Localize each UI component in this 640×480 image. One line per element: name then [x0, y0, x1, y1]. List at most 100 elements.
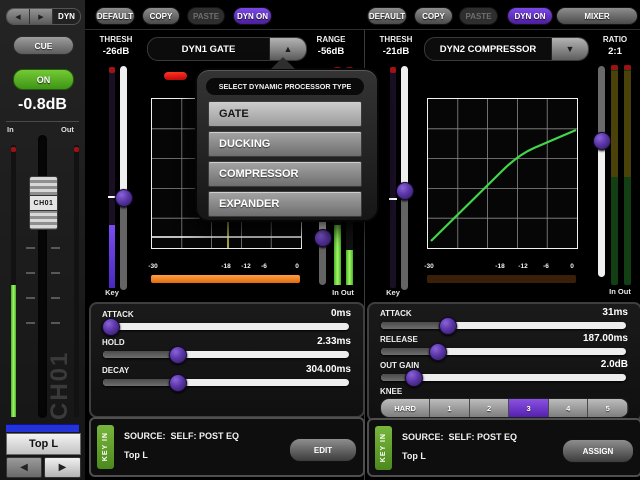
- compressor-curve: [431, 130, 576, 241]
- prev-channel-button[interactable]: ◀: [6, 457, 42, 478]
- cue-button[interactable]: CUE: [13, 36, 74, 55]
- on-button[interactable]: ON: [13, 69, 74, 90]
- popup-option-compressor[interactable]: COMPRESSOR: [208, 161, 362, 187]
- dyn1-range-value: -56dB: [306, 46, 356, 57]
- input-meter-fill: [11, 285, 16, 417]
- knee-3-button[interactable]: 3: [509, 399, 549, 417]
- dyn2-keyin-panel: KEY IN SOURCE: SELF: POST EQ Top L ASSIG…: [367, 418, 640, 477]
- dyn2-tick: -12: [512, 263, 534, 270]
- fader-channel-label: CH01: [30, 195, 57, 211]
- fader-tick: [26, 272, 35, 274]
- attack-knob[interactable]: [102, 318, 120, 336]
- popup-option-ducking[interactable]: DUCKING: [208, 131, 362, 157]
- divider: [85, 29, 640, 30]
- next-channel-button[interactable]: ▶: [44, 457, 81, 478]
- attack-knob[interactable]: [439, 317, 457, 335]
- knee-label: KNEE: [380, 387, 402, 396]
- fader-tick: [26, 322, 35, 324]
- release-knob[interactable]: [429, 343, 447, 361]
- dyn2-tick: 0: [561, 263, 583, 270]
- decay-slider[interactable]: [103, 379, 349, 386]
- dyn1-default-button[interactable]: DEFAULT: [95, 7, 135, 25]
- dyn1-keyin-panel: KEY IN SOURCE: SELF: POST EQ Top L EDIT: [89, 417, 365, 477]
- dyn2-tick: -30: [418, 263, 440, 270]
- attack-value: 31ms: [602, 307, 628, 318]
- dyn2-tick: -18: [489, 263, 511, 270]
- mixer-button[interactable]: MIXER: [556, 7, 638, 25]
- outgain-knob[interactable]: [405, 369, 423, 387]
- dyn1-paste-button[interactable]: PASTE: [187, 7, 225, 25]
- dyn1-tick: -18: [215, 263, 237, 270]
- keyin-edit-button[interactable]: EDIT: [289, 438, 357, 462]
- prev-channel-icon[interactable]: ◀: [7, 9, 30, 24]
- dyn2-thresh-label: THRESH: [372, 35, 420, 44]
- dyn1-threshold-slider[interactable]: [120, 66, 127, 290]
- attack-value: 0ms: [331, 308, 351, 319]
- outgain-slider[interactable]: [381, 374, 626, 381]
- popup-option-expander[interactable]: EXPANDER: [208, 191, 362, 217]
- dyn2-threshold-marker: [389, 198, 397, 200]
- decay-knob[interactable]: [169, 374, 187, 392]
- fader-tick: [26, 297, 35, 299]
- clip-led: [11, 147, 16, 152]
- fader-tick: [26, 247, 35, 249]
- dyn2-in-meter-upper: [611, 71, 618, 177]
- knee-2-button[interactable]: 2: [470, 399, 510, 417]
- fader-tick: [51, 247, 60, 249]
- dyn2-threshold-slider[interactable]: [401, 66, 408, 290]
- fader-gain-value: -0.8dB: [0, 96, 85, 114]
- processor-type-popup: SELECT DYNAMIC PROCESSOR TYPE GATE DUCKI…: [195, 68, 379, 222]
- dyn2-ratio-slider[interactable]: [598, 66, 605, 277]
- channel-watermark: CH01: [46, 295, 80, 420]
- next-channel-icon[interactable]: ▶: [30, 9, 53, 24]
- channel-fader-handle[interactable]: CH01: [29, 176, 58, 230]
- dyn2-type-selector[interactable]: DYN2 COMPRESSOR ▼: [424, 37, 589, 61]
- release-slider[interactable]: [381, 348, 626, 355]
- decay-value: 304.00ms: [306, 364, 351, 375]
- dyn1-in-meter-fill: [334, 225, 341, 285]
- in-meter-label: In: [7, 125, 14, 134]
- clip-led: [390, 67, 396, 73]
- keyin-assign-button[interactable]: ASSIGN: [562, 439, 634, 463]
- dyn1-keyin-source: SOURCE: SELF: POST EQ: [124, 431, 239, 441]
- dyn1-inout-label: In Out: [327, 288, 359, 297]
- popup-option-gate[interactable]: GATE: [208, 101, 362, 127]
- popup-caret: [271, 57, 295, 69]
- channel-name-box: Top L: [6, 433, 81, 455]
- hold-slider[interactable]: [103, 351, 349, 358]
- dyn2-ratio-knob[interactable]: [593, 132, 611, 150]
- release-label: RELEASE: [380, 335, 418, 344]
- dyn2-keyin-tab: KEY IN: [375, 426, 392, 470]
- knee-1-button[interactable]: 1: [430, 399, 470, 417]
- dyn2-on-button[interactable]: DYN ON: [507, 7, 553, 25]
- dyn2-in-meter: [611, 65, 618, 285]
- clip-led: [74, 147, 79, 152]
- dyn2-key-meter: [390, 67, 396, 288]
- dyn1-key-meter-fill: [109, 225, 115, 288]
- dyn2-paste-button[interactable]: PASTE: [459, 7, 498, 25]
- attack-slider[interactable]: [103, 323, 349, 330]
- dyn2-copy-button[interactable]: COPY: [414, 7, 453, 25]
- knee-hard-button[interactable]: HARD: [381, 399, 430, 417]
- dyn1-keyin-channel: Top L: [124, 450, 148, 460]
- dyn1-gr-meter: [151, 275, 300, 283]
- fader-tick: [51, 272, 60, 274]
- release-value: 187.00ms: [583, 333, 628, 344]
- dyn2-threshold-knob[interactable]: [396, 182, 414, 200]
- dyn1-threshold-knob[interactable]: [115, 189, 133, 207]
- dyn2-compressor-graph: [427, 98, 578, 249]
- dyn1-type-label: DYN1 GATE: [148, 38, 269, 60]
- dyn1-copy-button[interactable]: COPY: [142, 7, 180, 25]
- clip-led: [611, 65, 618, 70]
- dyn2-selector-down-icon[interactable]: ▼: [551, 38, 588, 60]
- attack-slider[interactable]: [381, 322, 626, 329]
- knee-4-button[interactable]: 4: [549, 399, 589, 417]
- dyn2-gr-meter: [427, 275, 576, 283]
- hold-knob[interactable]: [169, 346, 187, 364]
- channel-strip-sidebar: ◀ ▶ DYN CUE ON -0.8dB In Out CH01 CH01 T…: [0, 0, 86, 480]
- knee-5-button[interactable]: 5: [588, 399, 628, 417]
- dyn1-on-button[interactable]: DYN ON: [233, 7, 272, 25]
- dyn1-tick: 0: [286, 263, 308, 270]
- dyn2-default-button[interactable]: DEFAULT: [367, 7, 407, 25]
- dyn1-range-knob[interactable]: [314, 229, 332, 247]
